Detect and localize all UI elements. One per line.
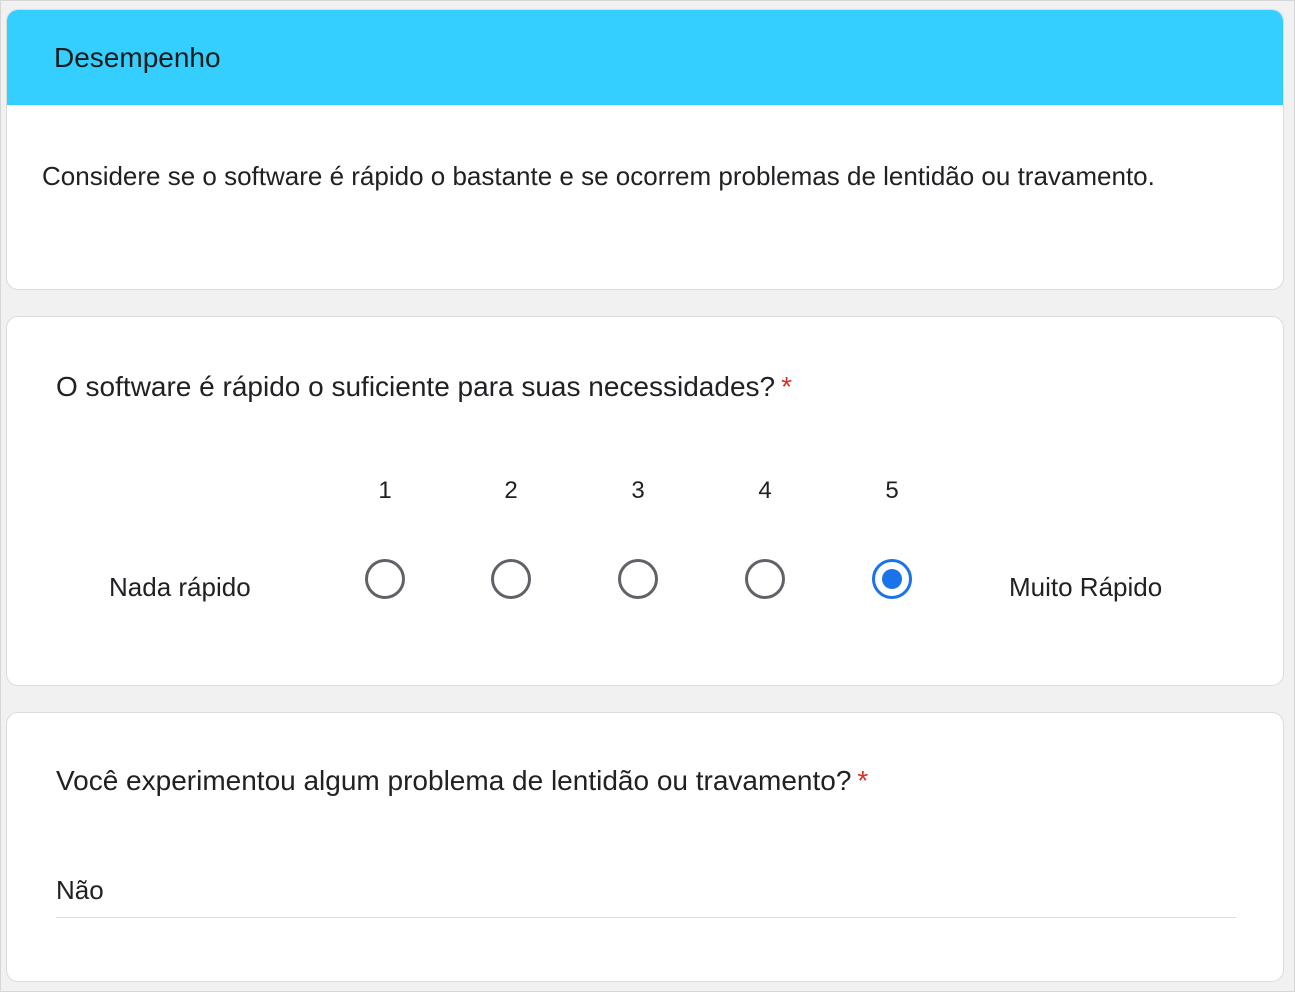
required-asterisk: * xyxy=(781,371,792,402)
scale-high-label: Muito Rápido xyxy=(1009,572,1163,602)
scale-radio-3[interactable] xyxy=(618,559,658,599)
answer-text[interactable]: Não xyxy=(56,875,104,906)
question-title: Você experimentou algum problema de lent… xyxy=(56,765,868,797)
scale-number-3: 3 xyxy=(631,477,645,504)
scale-number-4: 4 xyxy=(758,477,772,504)
question-text: O software é rápido o suficiente para su… xyxy=(56,371,776,402)
section-header: Desempenho xyxy=(7,10,1283,105)
required-asterisk: * xyxy=(857,765,869,796)
scale-number-1: 1 xyxy=(378,477,392,504)
scale-radio-5[interactable] xyxy=(872,559,912,599)
scale-radio-1[interactable] xyxy=(365,559,405,599)
scale-number-2: 2 xyxy=(504,477,518,504)
scale-radio-4[interactable] xyxy=(745,559,785,599)
answer-underline xyxy=(56,917,1236,918)
section-description: Considere se o software é rápido o basta… xyxy=(42,161,1155,191)
question-card-speed: O software é rápido o suficiente para su… xyxy=(6,316,1284,686)
section-title: Desempenho xyxy=(54,41,221,73)
section-card: Desempenho Considere se o software é ráp… xyxy=(6,9,1284,290)
question-card-slowness: Você experimentou algum problema de lent… xyxy=(6,712,1284,982)
question-title: O software é rápido o suficiente para su… xyxy=(56,371,792,403)
scale-radio-2[interactable] xyxy=(491,559,531,599)
question-text: Você experimentou algum problema de lent… xyxy=(56,765,852,796)
scale-low-label: Nada rápido xyxy=(109,572,251,602)
scale-number-5: 5 xyxy=(885,477,899,504)
